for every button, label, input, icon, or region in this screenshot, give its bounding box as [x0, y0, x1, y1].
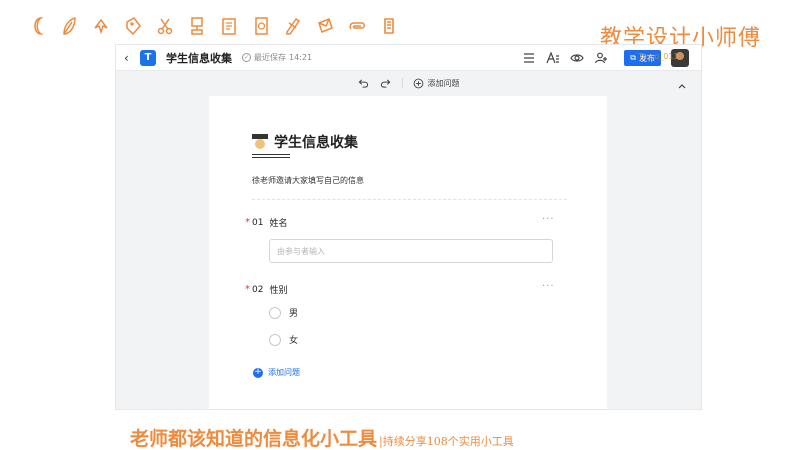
question-name[interactable]: * 01 姓名 ··· 由参与者输入 [245, 214, 565, 263]
save-status: ✓ 最近保存 14:21 [242, 52, 312, 63]
collaborator-icon[interactable] [594, 51, 608, 65]
option-label: 女 [289, 336, 299, 346]
add-question-label: 添加问题 [268, 368, 300, 377]
scissors-doodle-icon [156, 14, 174, 38]
question-header: * 02 性别 [245, 283, 565, 296]
stamp-seal-doodle-icon [380, 14, 398, 38]
redo-icon[interactable] [380, 77, 392, 89]
question-label: 姓名 [269, 219, 288, 229]
question-gender[interactable]: * 02 性别 ··· 男 女 [245, 281, 565, 346]
question-header: * 01 姓名 [245, 216, 565, 229]
option-label: 男 [289, 309, 299, 319]
calendar-doodle-icon [220, 14, 238, 38]
add-question-toolbar-label: 添加问题 [427, 78, 460, 88]
input-placeholder: 由参与者输入 [277, 246, 325, 256]
question-number: 02 [252, 284, 264, 295]
radio-option-male[interactable]: 男 [269, 306, 298, 319]
radio-option-female[interactable]: 女 [269, 333, 298, 346]
save-time: 14:21 [289, 53, 313, 62]
document-title: 学生信息收集 [166, 51, 232, 65]
moon-doodle-icon [28, 14, 46, 38]
section-divider [252, 199, 567, 200]
collapse-chevron-icon[interactable] [677, 76, 687, 89]
app-window: ‹ T 学生信息收集 ✓ 最近保存 14:21 ⧉ 发布 添加问题 学生信息收集… [115, 44, 702, 410]
text-answer-input[interactable]: 由参与者输入 [269, 239, 553, 263]
add-question-toolbar-button[interactable]: 添加问题 [413, 77, 460, 89]
top-toolbar: ‹ T 学生信息收集 ✓ 最近保存 14:21 ⧉ 发布 [116, 45, 701, 71]
app-logo-icon: T [140, 49, 156, 66]
more-options-icon[interactable]: ··· [542, 214, 555, 225]
add-question-button[interactable]: + 添加问题 [253, 367, 300, 378]
caption-main: 老师都该知道的信息化小工具 [130, 428, 378, 450]
form-canvas: 学生信息收集 徐老师邀请大家填写自己的信息 * 01 姓名 ··· 由参与者输入… [209, 96, 607, 409]
share-icon: ⧉ [630, 53, 636, 62]
toolbar-divider [401, 78, 403, 88]
radio-button[interactable] [269, 306, 281, 319]
save-status-label: 最近保存 [254, 53, 286, 62]
form-title[interactable]: 学生信息收集 [274, 132, 358, 152]
plus-icon: + [253, 367, 263, 378]
form-description[interactable]: 徐老师邀请大家填写自己的信息 [252, 175, 364, 186]
title-underline [252, 154, 290, 158]
required-asterisk: * [245, 284, 250, 295]
slide: 教学设计小师傅 ‹ T 学生信息收集 ✓ 最近保存 14:21 ⧉ 发布 添加问… [0, 0, 800, 450]
envelope-doodle-icon [316, 14, 334, 38]
leaf-doodle-icon [60, 14, 78, 38]
caption: 老师都该知道的信息化小工具 |持续分享108个实用小工具 [130, 424, 514, 450]
bird-doodle-icon [92, 14, 110, 38]
more-options-icon[interactable]: ··· [542, 281, 555, 292]
doodle-row [28, 14, 398, 38]
back-arrow-icon[interactable]: ‹ [124, 51, 138, 65]
required-asterisk: * [245, 217, 250, 228]
tag-doodle-icon [124, 14, 142, 38]
question-number: 01 [252, 217, 264, 228]
plus-circle-icon [413, 77, 425, 89]
undo-icon[interactable] [358, 77, 370, 89]
menu-icon[interactable] [522, 51, 536, 65]
pencil-doodle-icon [284, 14, 302, 38]
notebook-doodle-icon [252, 14, 270, 38]
preview-eye-icon[interactable] [570, 51, 584, 65]
check-circle-icon: ✓ [242, 53, 251, 62]
edit-toolbar: 添加问题 [116, 72, 701, 94]
form-header: 学生信息收集 [252, 132, 358, 152]
paperclip-doodle-icon [348, 14, 366, 38]
text-style-icon[interactable] [546, 51, 560, 65]
question-label: 性别 [269, 286, 288, 296]
watermark: Tinco_0118 [638, 52, 684, 61]
caption-sub: |持续分享108个实用小工具 [379, 435, 514, 448]
radio-button[interactable] [269, 333, 281, 346]
student-emoji-icon [252, 134, 268, 150]
stamp-doodle-icon [188, 14, 206, 38]
